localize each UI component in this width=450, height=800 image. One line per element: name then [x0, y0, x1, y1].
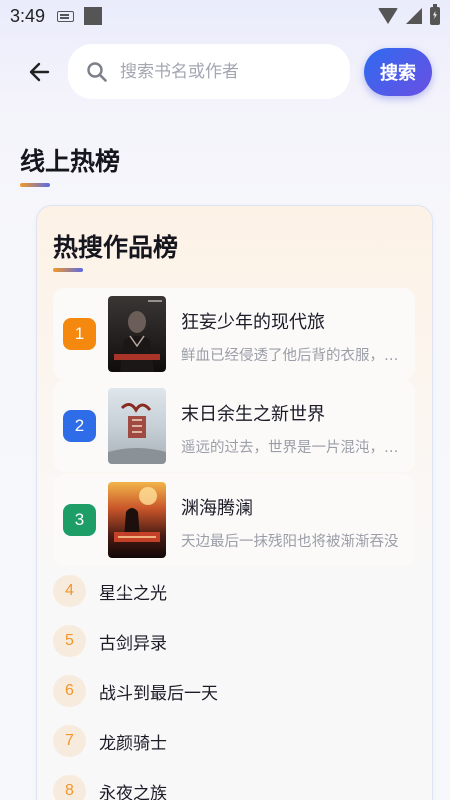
book-cover [108, 482, 166, 558]
wifi-icon [378, 8, 398, 24]
search-input[interactable] [120, 61, 330, 82]
back-button[interactable] [26, 58, 54, 86]
book-description: 天边最后一抹残阳也将被渐渐吞没 [181, 534, 399, 550]
section-title-underline [20, 183, 50, 187]
list-item[interactable]: 6 战斗到最后一天 [53, 674, 218, 708]
hot-list-title: 热搜作品榜 [53, 233, 179, 262]
rank-badge: 4 [53, 575, 86, 607]
book-name: 古剑异录 [99, 633, 167, 654]
book-name: 永夜之族 [99, 783, 167, 800]
list-item[interactable]: 5 古剑异录 [53, 624, 167, 658]
rank-badge: 3 [63, 504, 96, 536]
book-name: 龙颜骑士 [99, 733, 167, 754]
rank-badge: 6 [53, 675, 86, 707]
list-item[interactable]: 8 永夜之族 [53, 774, 167, 800]
list-item[interactable]: 1 狂妄少年的现代旅 鲜血已经侵透了他后背的衣服，整个人 [53, 288, 415, 380]
status-bar: 3:49 [0, 0, 450, 32]
book-name: 末日余生之新世界 [181, 404, 325, 425]
book-name: 渊海腾澜 [181, 498, 253, 519]
battery-icon [430, 4, 440, 25]
search-icon [87, 61, 107, 82]
list-item[interactable]: 7 龙颜骑士 [53, 724, 167, 758]
hot-list-card: 热搜作品榜 1 狂妄少年的现代旅 鲜血已经侵透了他后背的衣服，整个人 [36, 205, 433, 800]
status-time: 3:49 [10, 5, 46, 26]
book-name: 星尘之光 [99, 583, 167, 604]
signal-icon [406, 8, 422, 24]
rank-badge: 7 [53, 725, 86, 757]
book-name: 战斗到最后一天 [99, 683, 218, 704]
search-button[interactable]: 搜索 [364, 48, 432, 96]
list-item[interactable]: 2 末日余生之新世界 遥远的过去，世界是一片混沌，天地 [53, 380, 415, 472]
hot-list-title-underline [53, 268, 83, 272]
rank-badge: 5 [53, 625, 86, 657]
status-indicators [378, 4, 440, 25]
book-description: 鲜血已经侵透了他后背的衣服，整个人 [181, 348, 401, 364]
square-icon [84, 7, 103, 25]
list-item[interactable]: 3 渊海腾澜 天边最后一抹残阳也将被渐渐吞没 [53, 474, 415, 566]
book-cover [108, 388, 166, 464]
section-title: 线上热榜 [20, 147, 121, 176]
rank-badge: 8 [53, 775, 86, 800]
list-item[interactable]: 4 星尘之光 [53, 574, 167, 608]
rank-badge: 1 [63, 318, 96, 350]
book-cover [108, 296, 166, 372]
search-box[interactable] [68, 44, 350, 99]
rank-badge: 2 [63, 410, 96, 442]
keyboard-icon [57, 10, 75, 22]
back-arrow-icon [29, 62, 50, 82]
book-description: 遥远的过去，世界是一片混沌，天地 [181, 440, 401, 456]
search-header: 搜索 [0, 44, 450, 100]
book-name: 狂妄少年的现代旅 [181, 312, 325, 333]
